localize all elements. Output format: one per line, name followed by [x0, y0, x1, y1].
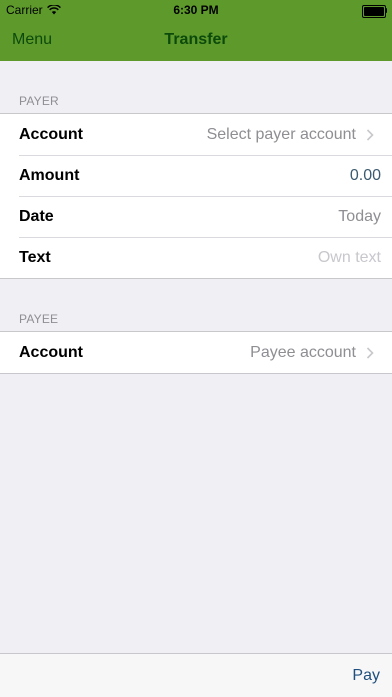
text-row[interactable]: Text Own text	[0, 237, 392, 278]
payer-section-header: PAYER	[19, 94, 59, 108]
chevron-right-icon	[366, 129, 374, 141]
date-label: Date	[19, 208, 54, 225]
payer-group: Account Select payer account Amount 0.00…	[0, 113, 392, 279]
date-value[interactable]: Today	[338, 208, 381, 226]
payee-account-value: Payee account	[250, 344, 356, 361]
amount-row[interactable]: Amount 0.00	[0, 155, 392, 196]
payee-account-label: Account	[19, 344, 83, 361]
payee-account-row[interactable]: Account Payee account	[0, 332, 392, 373]
text-label: Text	[19, 249, 51, 266]
battery-icon	[362, 5, 387, 18]
page-title: Transfer	[164, 31, 228, 48]
chevron-right-icon	[366, 347, 374, 359]
payer-account-value: Select payer account	[206, 126, 356, 143]
header: Carrier 6:30 PM Menu Transfer	[0, 0, 392, 61]
amount-label: Amount	[19, 167, 80, 184]
battery-nub	[385, 8, 387, 13]
payer-account-row[interactable]: Account Select payer account	[0, 114, 392, 155]
bottom-toolbar: Pay	[0, 653, 392, 697]
date-row[interactable]: Date Today	[0, 196, 392, 237]
payee-section-header: PAYEE	[19, 312, 59, 326]
amount-field[interactable]: 0.00	[350, 167, 381, 185]
own-text-input[interactable]: Own text	[318, 249, 381, 267]
payee-group: Account Payee account	[0, 331, 392, 374]
battery-level	[364, 7, 384, 16]
pay-button[interactable]: Pay	[352, 667, 380, 685]
status-time: 6:30 PM	[173, 3, 219, 17]
nav-bar: Menu Transfer	[0, 20, 392, 61]
payer-account-label: Account	[19, 126, 83, 143]
status-bar: Carrier 6:30 PM	[0, 0, 392, 20]
battery-shell	[362, 5, 386, 18]
